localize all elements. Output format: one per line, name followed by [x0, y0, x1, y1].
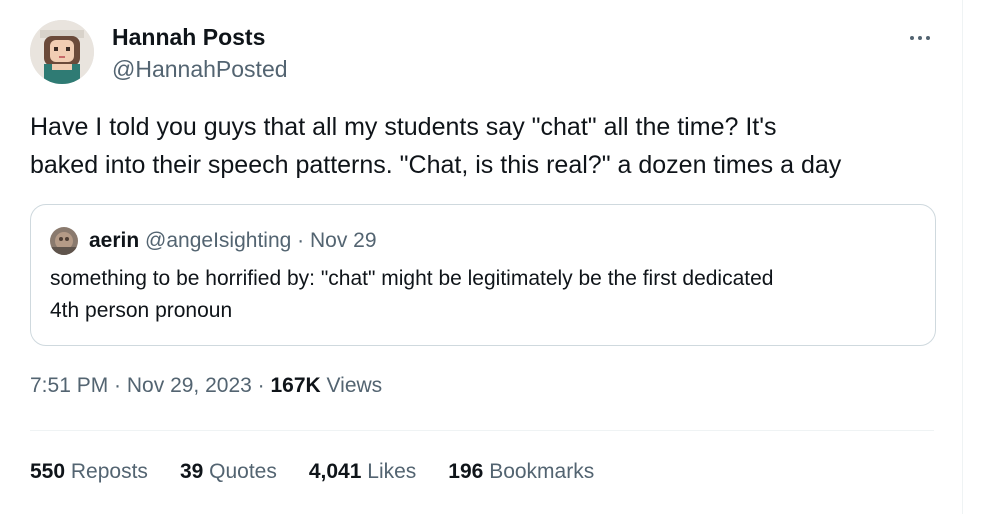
stat-quotes[interactable]: 39 Quotes: [180, 460, 277, 484]
stat-label: Reposts: [70, 460, 148, 483]
quoted-display-name[interactable]: aerin: [89, 229, 139, 252]
engagement-stats: 550 Reposts 39 Quotes 4,041 Likes 196 Bo…: [30, 460, 626, 484]
stat-count: 4,041: [308, 460, 362, 483]
author-display-name[interactable]: Hannah Posts: [112, 24, 265, 51]
quoted-avatar[interactable]: [50, 227, 78, 255]
column-border: [962, 0, 963, 514]
tweet-text: Have I told you guys that all my student…: [30, 108, 945, 184]
tweet-time[interactable]: 7:51 PM: [30, 374, 108, 397]
quoted-text-line: 4th person pronoun: [50, 299, 233, 322]
stat-label: Bookmarks: [489, 460, 595, 483]
avatar-image: [30, 20, 94, 84]
quoted-avatar-image: [50, 227, 78, 255]
tweet-text-line: Have I told you guys that all my student…: [30, 113, 777, 141]
more-horizontal-icon: [910, 36, 914, 40]
quoted-tweet[interactable]: aerin @angeIsighting · Nov 29 something …: [30, 204, 936, 346]
quoted-text: something to be horrified by: "chat" mig…: [50, 263, 920, 327]
tweet-date[interactable]: Nov 29, 2023: [127, 374, 252, 397]
stat-reposts[interactable]: 550 Reposts: [30, 460, 148, 484]
avatar[interactable]: [30, 20, 94, 84]
stat-likes[interactable]: 4,041 Likes: [309, 460, 416, 484]
stat-label: Quotes: [209, 460, 277, 483]
tweet-meta: 7:51 PM · Nov 29, 2023 · 167K Views: [30, 374, 382, 398]
stat-count: 39: [179, 460, 204, 483]
quoted-date[interactable]: Nov 29: [310, 229, 377, 252]
stat-count: 196: [448, 460, 484, 483]
meta-separator: ·: [251, 374, 271, 397]
views-label: Views: [326, 374, 383, 397]
tweet-detail: Hannah Posts @HannahPosted Have I told y…: [0, 0, 962, 514]
quoted-handle[interactable]: @angeIsighting: [145, 229, 291, 252]
stat-label: Likes: [367, 460, 417, 483]
quoted-text-line: something to be horrified by: "chat" mig…: [50, 267, 774, 290]
divider: [30, 430, 934, 431]
more-options-button[interactable]: [900, 26, 940, 50]
stat-count: 550: [30, 460, 66, 483]
tweet-text-line: baked into their speech patterns. "Chat,…: [30, 151, 842, 179]
meta-separator: ·: [108, 374, 127, 397]
stat-bookmarks[interactable]: 196 Bookmarks: [448, 460, 594, 484]
quoted-header: aerin @angeIsighting · Nov 29: [89, 227, 377, 255]
author-handle[interactable]: @HannahPosted: [112, 56, 288, 83]
quoted-separator: ·: [291, 229, 310, 252]
views-count: 167K: [270, 374, 321, 397]
